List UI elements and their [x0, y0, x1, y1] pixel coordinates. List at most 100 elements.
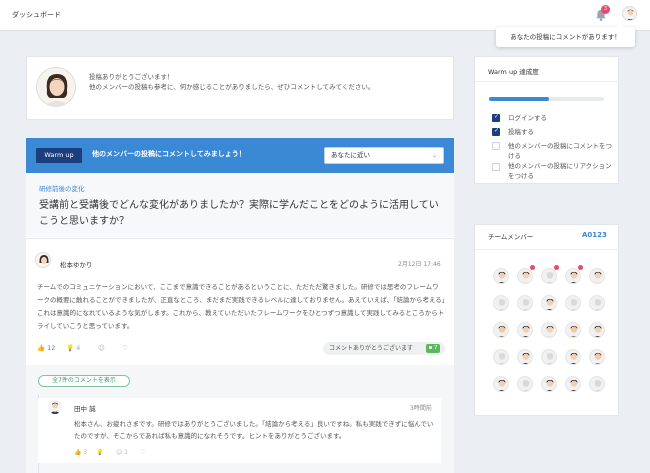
post: 松本ゆかり 2月12日 17:46 チームでのコミュニケーションにおいて、ここま… — [26, 238, 454, 363]
team-member-avatar[interactable] — [493, 295, 509, 311]
lightbulb-icon: 💡 — [96, 449, 104, 456]
like-count: 12 — [47, 344, 56, 352]
reply-like-button[interactable]: 👍 3 — [74, 449, 87, 456]
thumbs-up-icon: 👍 — [74, 449, 82, 456]
reply-idea-button[interactable]: 💡 — [96, 449, 103, 456]
team-member-avatar[interactable] — [541, 268, 557, 284]
reply-smile-button[interactable]: ☺ 1 — [116, 449, 128, 456]
warmup-badge: Warm up — [36, 148, 82, 163]
team-members-panel: チームメンバー A0123 — [474, 224, 620, 416]
comment-count: ▪ 7 — [426, 344, 440, 353]
team-member-avatar[interactable] — [517, 322, 533, 338]
team-member-avatar[interactable] — [517, 268, 533, 284]
welcome-message: 投稿ありがとうございます！ 他のメンバーの投稿も参考に、何か感じることがありまし… — [89, 72, 374, 92]
notification-popup[interactable]: あなたの投稿にコメントがあります！ — [496, 23, 635, 47]
team-member-avatar[interactable] — [493, 268, 509, 284]
team-member-avatar[interactable] — [541, 349, 557, 365]
reply: 田中 誠 3時間前 松本さん、お疲れさまです。研修ではありがとうございました。「… — [38, 398, 441, 463]
team-member-avatar[interactable] — [589, 268, 605, 284]
topic-label: 研修前後の変化 — [39, 185, 85, 193]
reply-smile-count: 1 — [124, 449, 129, 456]
online-indicator — [578, 265, 583, 270]
task-checkbox-post — [492, 127, 500, 136]
welcome-card: 投稿ありがとうございます！ 他のメンバーの投稿も参考に、何か感じることがありまし… — [26, 56, 454, 120]
team-panel-title: チームメンバー — [488, 233, 534, 241]
task-checkbox-login — [492, 113, 500, 122]
welcome-avatar — [36, 67, 76, 107]
task-label-comment: 他のメンバーの投稿にコメントをつける — [508, 142, 612, 160]
team-member-avatar[interactable] — [565, 376, 581, 392]
reply-like-count: 3 — [83, 449, 88, 456]
team-member-avatar[interactable] — [589, 349, 605, 365]
task-label-reaction: 他のメンバーの投稿にリアクションをつける — [508, 162, 612, 180]
filter-selected-value: あなたに近い — [331, 151, 370, 159]
reply-author-avatar[interactable] — [48, 400, 62, 414]
warmup-panel-title: Warm up 達成度 — [488, 68, 539, 76]
team-member-avatar[interactable] — [541, 376, 557, 392]
warmup-bar: Warm up 他のメンバーの投稿にコメントしてみましょう！ あなたに近い ⌄ — [26, 138, 454, 173]
comments-section: 全7件のコメントを表示 田中 誠 3時間前 松本さん、お疲れさまです。研修ではあ… — [26, 365, 454, 473]
team-member-avatar[interactable] — [565, 295, 581, 311]
welcome-line-1: 投稿ありがとうございます！ — [89, 73, 174, 81]
reply-time: 3時間前 — [410, 405, 432, 412]
topic-question: 受講前と受講後でどんな変化がありましたか？実際に学んだことをどのように活用してい… — [39, 200, 439, 227]
team-member-avatar[interactable] — [541, 295, 557, 311]
team-member-avatar[interactable] — [589, 295, 605, 311]
warmup-progress-panel: Warm up 達成度 ログインする 投稿する 他のメンバーの投稿にコメントをつ… — [474, 56, 620, 184]
reply-heart-button[interactable]: ♡ — [140, 449, 145, 456]
team-member-avatar[interactable] — [565, 268, 581, 284]
idea-button[interactable]: 💡 4 — [66, 344, 80, 352]
thread-card: Warm up 他のメンバーの投稿にコメントしてみましょう！ あなたに近い ⌄ … — [26, 138, 454, 473]
task-label-login: ログインする — [508, 114, 547, 122]
team-member-avatar[interactable] — [493, 322, 509, 338]
comment-thanks-label: コメントありがとうございます — [329, 345, 414, 352]
team-member-avatar[interactable] — [541, 322, 557, 338]
team-member-avatar[interactable] — [517, 295, 533, 311]
notification-badge: 3 — [601, 5, 610, 14]
team-member-avatar[interactable] — [517, 349, 533, 365]
thumbs-up-icon: 👍 — [37, 344, 46, 352]
smile-icon: ☺ — [116, 449, 123, 456]
chevron-down-icon: ⌄ — [431, 152, 437, 159]
reply-body: 松本さん、お疲れさまです。研修ではありがとうございました。「結論から考える」良い… — [74, 420, 434, 440]
warmup-progress-fill — [489, 97, 549, 101]
show-all-comments-button[interactable]: 全7件のコメントを表示 — [38, 375, 130, 387]
topic-section: 研修前後の変化 受講前と受講後でどんな変化がありましたか？実際に学んだことをどの… — [26, 173, 454, 237]
task-checkbox-reaction — [492, 163, 500, 171]
post-author-name[interactable]: 松本ゆかり — [60, 259, 93, 269]
task-label-post: 投稿する — [508, 128, 534, 136]
warmup-instruction: 他のメンバーの投稿にコメントしてみましょう！ — [92, 150, 246, 158]
heart-icon: ♡ — [140, 449, 146, 456]
online-indicator — [530, 265, 535, 270]
filter-select[interactable]: あなたに近い ⌄ — [324, 147, 444, 164]
team-code: A0123 — [582, 231, 607, 239]
heart-button[interactable]: ♡ — [122, 344, 128, 352]
idea-count: 4 — [76, 344, 81, 352]
heart-icon: ♡ — [122, 344, 128, 352]
comment-thanks-chip[interactable]: コメントありがとうございます ▪ 7 — [323, 342, 445, 355]
page-title: ダッシュボード — [12, 11, 61, 19]
smile-icon: ☺ — [98, 344, 105, 352]
team-member-avatar[interactable] — [589, 376, 605, 392]
warmup-progress-bar — [489, 97, 604, 101]
team-member-avatar[interactable] — [589, 322, 605, 338]
team-member-avatar[interactable] — [517, 376, 533, 392]
post-date: 2月12日 17:46 — [398, 261, 441, 268]
team-member-avatar[interactable] — [565, 349, 581, 365]
user-avatar[interactable] — [622, 6, 637, 21]
team-member-avatar[interactable] — [493, 349, 509, 365]
smile-button[interactable]: ☺ — [98, 344, 105, 352]
post-body: チームでのコミュニケーションにおいて、ここまで意識できることがあるということに、… — [37, 283, 446, 330]
like-button[interactable]: 👍 12 — [37, 344, 55, 352]
reply-author-name[interactable]: 田中 誠 — [74, 403, 96, 413]
comment-icon: ▪ — [428, 345, 433, 351]
team-member-avatar[interactable] — [565, 322, 581, 338]
team-member-avatar[interactable] — [493, 376, 509, 392]
task-checkbox-comment — [492, 142, 500, 150]
lightbulb-icon: 💡 — [66, 344, 75, 352]
divider — [475, 81, 620, 82]
online-indicator — [554, 265, 559, 270]
comment-count-value: 7 — [433, 345, 438, 351]
post-author-avatar[interactable] — [35, 252, 51, 268]
divider — [475, 249, 620, 250]
